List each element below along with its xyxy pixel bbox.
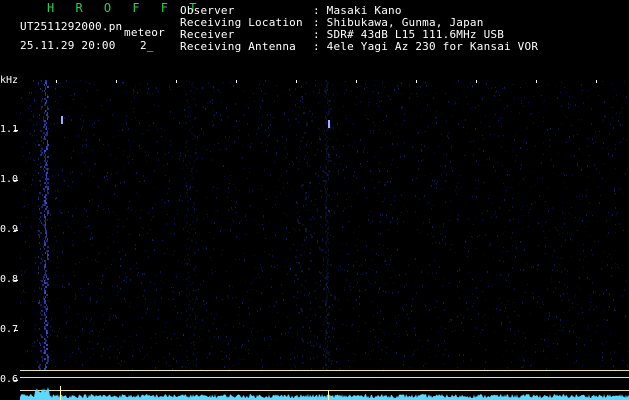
reference-line	[20, 370, 629, 371]
y-tick-mark	[14, 180, 18, 181]
x-tick-mark	[356, 80, 357, 83]
x-tick-mark	[476, 80, 477, 83]
reference-line	[20, 390, 629, 391]
trace-spike	[60, 386, 61, 400]
antenna-label: Receiving Antenna	[180, 40, 296, 53]
x-tick-mark	[236, 80, 237, 83]
y-tick-mark	[14, 230, 18, 231]
y-tick-mark	[14, 380, 18, 381]
y-tick-mark	[14, 130, 18, 131]
x-tick-mark	[416, 80, 417, 83]
antenna-value: : 4ele Yagi Az 230 for Kansai VOR	[313, 40, 539, 53]
reference-line	[20, 377, 629, 378]
x-tick-mark	[596, 80, 597, 83]
page-indicator: 2_	[140, 39, 154, 52]
spectrogram-canvas	[20, 80, 629, 400]
y-tick-mark	[14, 280, 18, 281]
file-date: 25.11.29 20:00	[20, 39, 116, 52]
y-axis-unit: kHz	[0, 75, 19, 86]
trace-spike	[328, 390, 329, 400]
x-tick-mark	[116, 80, 117, 83]
file-name: UT2511292000.pn	[20, 20, 123, 33]
spectrogram-window: H R O F F T UT2511292000.pn meteor 25.11…	[0, 0, 629, 400]
file-label: meteor	[124, 26, 165, 39]
x-tick-mark	[296, 80, 297, 83]
y-tick-mark	[14, 330, 18, 331]
spectrogram-plot	[20, 80, 629, 400]
x-tick-mark	[176, 80, 177, 83]
x-tick-mark	[56, 80, 57, 83]
x-tick-mark	[536, 80, 537, 83]
